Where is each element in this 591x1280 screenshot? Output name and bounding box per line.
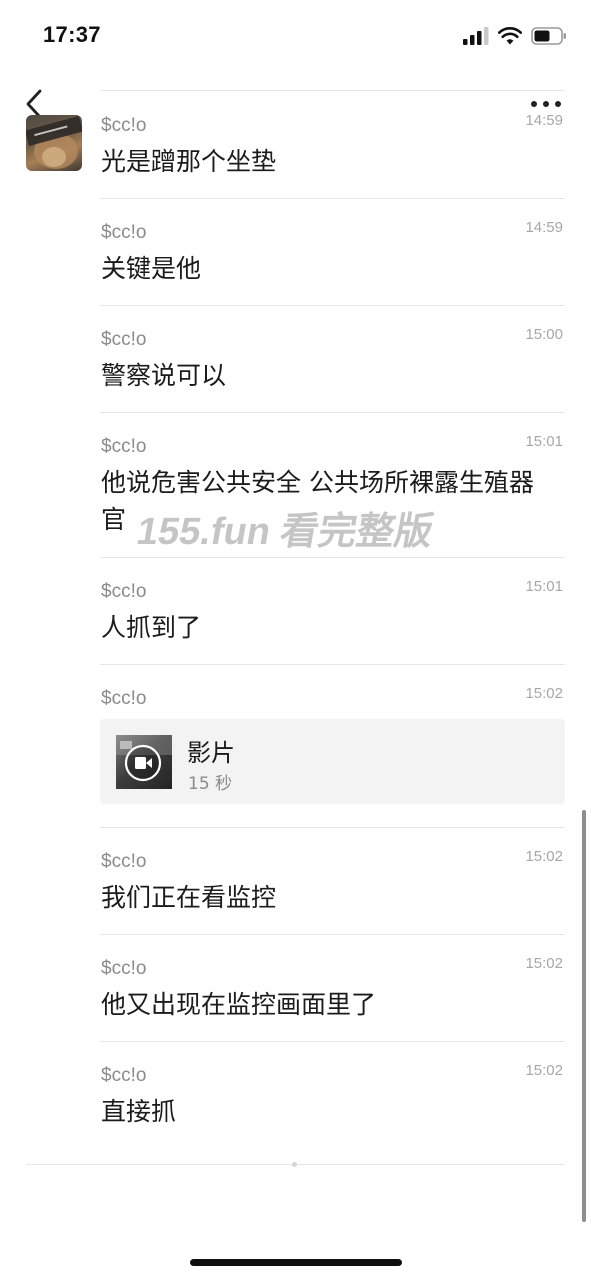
message-item[interactable]: $cc!o 15:02 直接抓 xyxy=(100,1062,565,1149)
message-divider xyxy=(100,1041,565,1042)
message-text: 我们正在看监控 xyxy=(101,883,277,912)
video-duration: 15 秒 xyxy=(188,774,233,794)
home-indicator[interactable] xyxy=(190,1259,402,1266)
message-text: 人抓到了 xyxy=(101,613,202,642)
message-time: 15:02 xyxy=(525,685,563,702)
message-time: 15:02 xyxy=(525,955,563,972)
message-item[interactable]: $cc!o 15:01 人抓到了 xyxy=(100,578,565,665)
message-divider xyxy=(100,664,565,665)
message-time: 15:02 xyxy=(525,848,563,865)
sender-name: $cc!o xyxy=(101,581,147,602)
sender-name: $cc!o xyxy=(101,329,147,350)
sender-name: $cc!o xyxy=(101,222,147,243)
end-dot xyxy=(292,1162,297,1167)
message-divider xyxy=(100,934,565,935)
sender-name: $cc!o xyxy=(101,115,147,136)
message-time: 15:00 xyxy=(525,326,563,343)
message-list: $cc!o 14:59 光是蹭那个坐垫 $cc!o 14:59 关键是他 $cc… xyxy=(0,0,591,1280)
message-divider xyxy=(100,198,565,199)
message-text: 他又出现在监控画面里了 xyxy=(101,990,377,1019)
message-item[interactable]: $cc!o 15:02 他又出现在监控画面里了 xyxy=(100,955,565,1042)
message-divider xyxy=(100,827,565,828)
sender-name: $cc!o xyxy=(101,436,147,457)
message-item[interactable]: $cc!o 15:00 警察说可以 xyxy=(100,326,565,413)
message-divider xyxy=(100,412,565,413)
message-item[interactable]: $cc!o 14:59 关键是他 xyxy=(100,219,565,306)
message-divider xyxy=(100,305,565,306)
sender-name: $cc!o xyxy=(101,851,147,872)
scrollbar[interactable] xyxy=(582,810,586,1222)
video-card[interactable]: 影片 15 秒 xyxy=(100,719,565,804)
message-text: 警察说可以 xyxy=(101,361,227,390)
chat-history-screen: 17:37 $cc!o 14:59 光是蹭那个坐垫 $cc!o 14:59 关键… xyxy=(0,0,591,1280)
video-title: 影片 xyxy=(187,739,235,767)
message-text: 光是蹭那个坐垫 xyxy=(101,147,277,176)
message-time: 15:02 xyxy=(525,1062,563,1079)
sender-name: $cc!o xyxy=(101,1065,147,1086)
message-time: 15:01 xyxy=(525,433,563,450)
message-divider xyxy=(100,557,565,558)
message-text: 关键是他 xyxy=(101,254,202,283)
message-item[interactable]: $cc!o 14:59 光是蹭那个坐垫 xyxy=(100,112,565,199)
message-time: 15:01 xyxy=(525,578,563,595)
watermark-text: 155.fun 看完整版 xyxy=(133,511,437,553)
message-time: 14:59 xyxy=(525,219,563,236)
message-item[interactable]: $cc!o 15:02 我们正在看监控 xyxy=(100,848,565,935)
sender-name: $cc!o xyxy=(101,688,147,709)
video-play-icon xyxy=(116,735,172,782)
video-thumbnail xyxy=(116,735,172,789)
message-text: 直接抓 xyxy=(101,1097,177,1126)
sender-name: $cc!o xyxy=(101,958,147,979)
message-time: 14:59 xyxy=(525,112,563,129)
message-item-video: $cc!o 15:02 影片 15 秒 xyxy=(100,685,565,828)
